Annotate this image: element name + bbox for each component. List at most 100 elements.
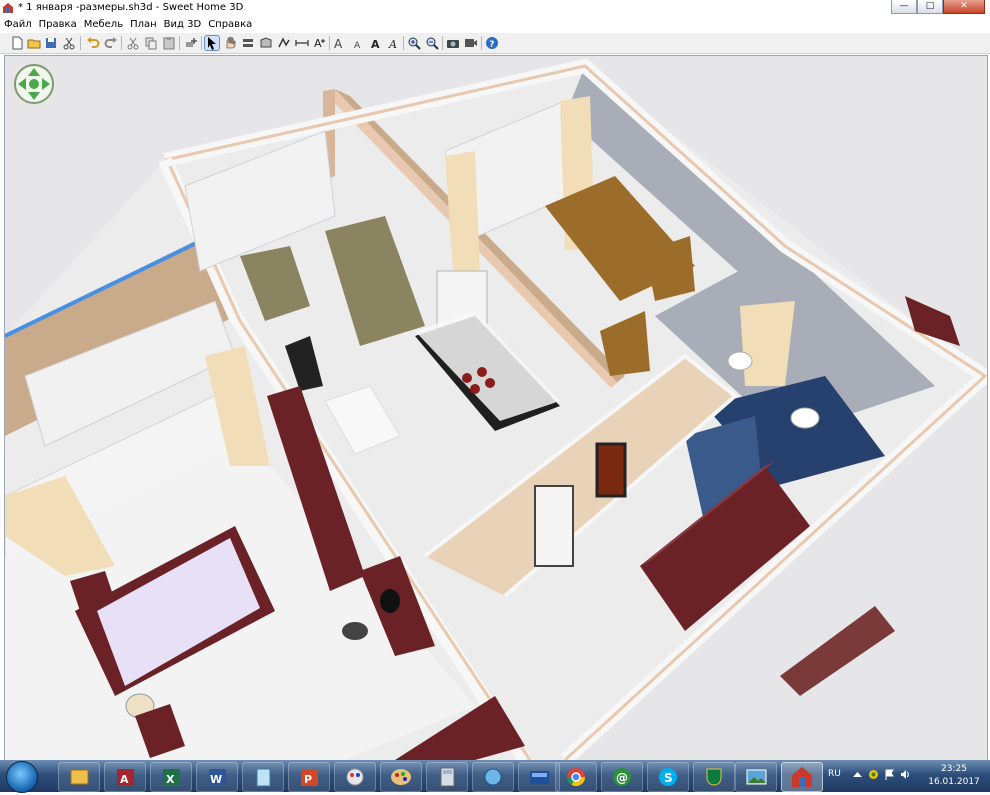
increase-text-icon[interactable]: A	[333, 36, 347, 50]
create-walls-icon[interactable]	[241, 36, 255, 50]
notepad-taskbar-button[interactable]	[242, 762, 284, 792]
decrease-text-icon[interactable]: A	[351, 36, 365, 50]
maximize-button[interactable]: □	[917, 0, 943, 14]
navigation-arrows-icon[interactable]	[13, 63, 55, 105]
stove-burner	[485, 378, 495, 388]
create-dimensions-icon[interactable]	[295, 36, 309, 50]
tray-app-icon[interactable]	[868, 769, 879, 780]
word-taskbar-button[interactable]: W	[196, 762, 238, 792]
toilet	[790, 407, 820, 429]
paint-palette-taskbar-button[interactable]	[380, 762, 422, 792]
italic-text-icon[interactable]: A	[387, 36, 401, 50]
bold-text-icon[interactable]: A	[369, 36, 383, 50]
kaspersky-taskbar-button[interactable]	[693, 762, 735, 792]
svg-text:A: A	[334, 37, 343, 50]
close-icon: ✕	[960, 1, 968, 11]
skype-taskbar-button[interactable]: S	[647, 762, 689, 792]
language-indicator[interactable]: RU	[828, 769, 841, 779]
svg-text:P: P	[304, 773, 312, 786]
sweet-home-3d-icon	[792, 767, 812, 787]
clock-date[interactable]: 16.01.2017	[926, 777, 982, 787]
pan-mode-icon[interactable]	[223, 36, 237, 50]
open-icon[interactable]	[27, 36, 41, 50]
svg-text:?: ?	[489, 40, 494, 50]
access-icon: A	[117, 769, 134, 786]
paint-palette-icon	[391, 769, 411, 785]
toolbar: A A A A A ?	[0, 33, 990, 54]
photo-viewer-icon	[746, 769, 767, 785]
action-center-flag-icon[interactable]	[884, 769, 895, 780]
menu-file[interactable]: Файл	[1, 19, 35, 30]
desk-lamp	[380, 589, 400, 613]
menu-bar: Файл Правка Мебель План Вид 3D Справка	[0, 16, 990, 33]
chrome-taskbar-button[interactable]	[555, 762, 597, 792]
new-home-icon[interactable]	[10, 36, 24, 50]
apartment-3d-scene[interactable]	[5, 56, 987, 760]
copy-icon[interactable]	[144, 36, 158, 50]
cut-icon[interactable]	[62, 36, 76, 50]
add-furniture-icon[interactable]	[184, 36, 198, 50]
create-video-icon[interactable]	[464, 36, 478, 50]
excel-taskbar-button[interactable]: X	[150, 762, 192, 792]
3d-view[interactable]	[4, 55, 988, 761]
notepad-icon	[256, 768, 271, 787]
svg-text:A: A	[354, 41, 361, 50]
kaspersky-icon	[706, 768, 722, 786]
skype-icon: S	[659, 768, 677, 786]
paste-icon[interactable]	[162, 36, 176, 50]
zoom-in-icon[interactable]	[407, 36, 421, 50]
show-hidden-icons-icon[interactable]	[852, 769, 863, 780]
excel-icon: X	[163, 769, 180, 786]
window-title: * 1 января -размеры.sh3d - Sweet Home 3D	[18, 2, 244, 13]
svg-text:W: W	[210, 773, 222, 786]
door	[534, 485, 574, 567]
cut-icon[interactable]	[126, 36, 140, 50]
explorer-taskbar-button[interactable]	[58, 762, 100, 792]
menu-plan[interactable]: План	[127, 19, 160, 30]
save-icon[interactable]	[44, 36, 58, 50]
create-polylines-icon[interactable]	[277, 36, 291, 50]
redo-icon[interactable]	[104, 36, 118, 50]
shelf	[780, 606, 895, 696]
volume-icon[interactable]	[900, 769, 911, 780]
mail-ru-agent-taskbar-button[interactable]: @	[601, 762, 643, 792]
minimize-icon: —	[899, 1, 909, 11]
stove-burner	[470, 384, 480, 394]
word-icon: W	[209, 769, 226, 786]
select-mode-icon[interactable]	[204, 35, 220, 51]
create-photo-icon[interactable]	[446, 36, 460, 50]
network-taskbar-button[interactable]	[472, 762, 514, 792]
help-icon[interactable]: ?	[485, 36, 499, 50]
painting	[595, 442, 627, 498]
powerpoint-taskbar-button[interactable]: P	[288, 762, 330, 792]
calculator-taskbar-button[interactable]	[426, 762, 468, 792]
menu-help[interactable]: Справка	[205, 19, 255, 30]
office-chair	[342, 622, 368, 640]
sweet-home-3d-taskbar-button[interactable]	[781, 762, 823, 792]
undo-icon[interactable]	[86, 36, 100, 50]
calculator-icon	[440, 767, 455, 787]
access-taskbar-button[interactable]: A	[104, 762, 146, 792]
menu-3d-view[interactable]: Вид 3D	[161, 19, 205, 30]
create-rooms-icon[interactable]	[259, 36, 273, 50]
menu-edit[interactable]: Правка	[36, 19, 80, 30]
system-tray: RU 23:25 16.01.2017	[822, 760, 990, 792]
windows-start-orb[interactable]	[6, 761, 38, 793]
text-ru-taskbar-button[interactable]	[518, 762, 560, 792]
close-button[interactable]: ✕	[943, 0, 985, 14]
minimize-button[interactable]: —	[891, 0, 917, 14]
svg-text:S: S	[664, 771, 673, 785]
photo-viewer-taskbar-button[interactable]	[735, 762, 777, 792]
menu-furniture[interactable]: Мебель	[81, 19, 126, 30]
svg-text:X: X	[166, 773, 175, 786]
create-labels-icon[interactable]: A	[313, 36, 327, 50]
svg-text:A: A	[120, 773, 129, 786]
clock-time[interactable]: 23:25	[930, 764, 978, 774]
svg-text:A: A	[314, 37, 322, 50]
zoom-out-icon[interactable]	[425, 36, 439, 50]
taskbar: A X W P @ S RU 23:25 16.01.2017	[0, 760, 990, 793]
paint-taskbar-button[interactable]	[334, 762, 376, 792]
mail-ru-agent-icon: @	[613, 768, 631, 786]
svg-text:@: @	[616, 771, 628, 785]
network-icon	[484, 768, 502, 786]
